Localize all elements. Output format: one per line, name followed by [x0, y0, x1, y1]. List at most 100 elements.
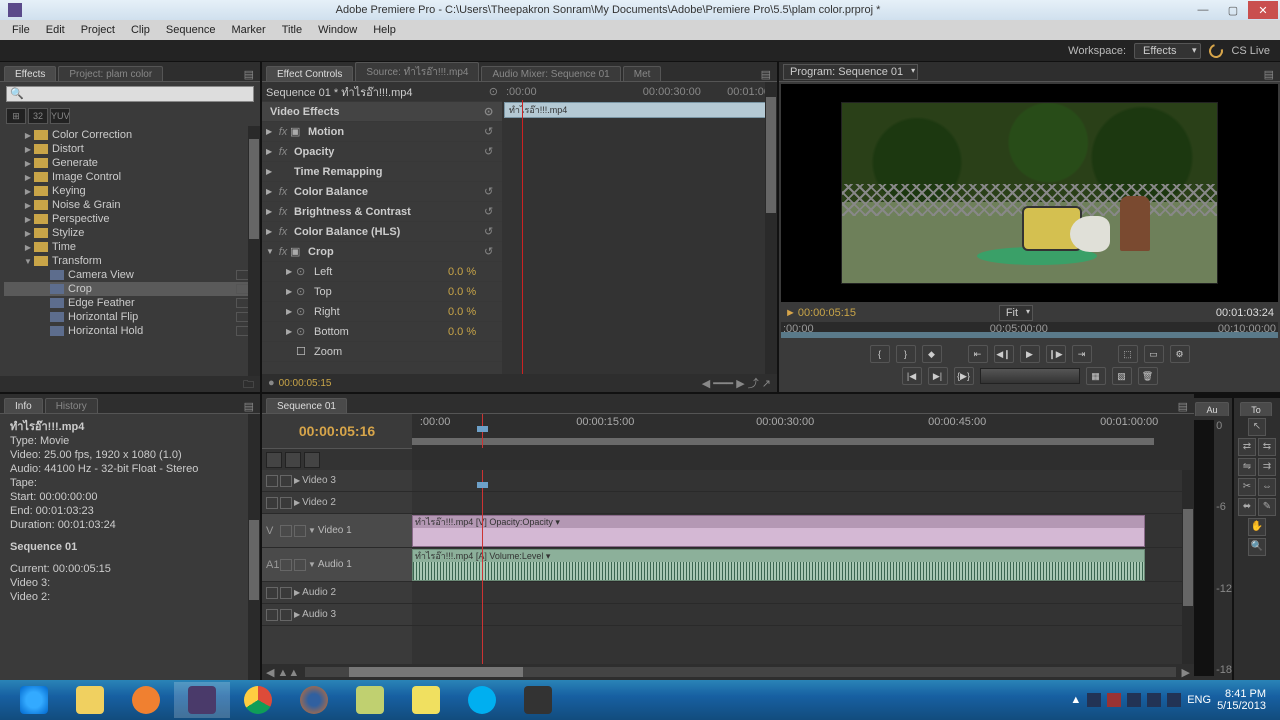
tab-effect-controls[interactable]: Effect Controls	[266, 66, 353, 81]
safe-margins-button[interactable]: ▦	[1086, 367, 1106, 385]
tray-up-icon[interactable]: ▲	[1070, 694, 1081, 706]
menu-sequence[interactable]: Sequence	[158, 24, 224, 36]
filter-yuv-icon[interactable]: YUV	[50, 108, 70, 124]
menu-title[interactable]: Title	[274, 24, 310, 36]
system-tray[interactable]: ▲ ENG 8:41 PM5/15/2013	[1070, 688, 1274, 712]
taskbar-premiere[interactable]	[174, 682, 230, 718]
tab-audio-meter[interactable]: Au	[1195, 402, 1228, 416]
lift-button[interactable]: ⬚	[1118, 345, 1138, 363]
tray-icon[interactable]	[1107, 693, 1121, 707]
tray-icon[interactable]	[1087, 693, 1101, 707]
step-fwd-button[interactable]: ❙▶	[1046, 345, 1066, 363]
ec-time-remapping[interactable]: ▶Time Remapping	[262, 162, 502, 182]
cs-live-icon[interactable]	[1207, 41, 1226, 60]
tab-audio-mixer[interactable]: Audio Mixer: Sequence 01	[481, 66, 620, 81]
workspace-select[interactable]: Effects	[1134, 43, 1201, 59]
folder-noise-grain[interactable]: ▶Noise & Grain	[4, 198, 256, 212]
timeline-ruler[interactable]: :00:00 00:00:15:00 00:00:30:00 00:00:45:…	[412, 414, 1194, 448]
track-audio2[interactable]: ▶Audio 2	[262, 582, 412, 604]
panel-menu-icon[interactable]: ▤	[244, 400, 260, 413]
ec-top[interactable]: ▶⊙Top0.0 %	[262, 282, 502, 302]
track-video3[interactable]: ▶Video 3	[262, 470, 412, 492]
scrollbar[interactable]	[1182, 470, 1194, 664]
track-video1[interactable]: V ▼Video 1	[262, 514, 412, 548]
hand-tool[interactable]: ✋	[1248, 518, 1266, 536]
tab-tools[interactable]: To	[1240, 402, 1272, 416]
ec-opacity[interactable]: ▶fxOpacity↺	[262, 142, 502, 162]
pin-icon[interactable]: ⊙	[489, 85, 498, 98]
folder-generate[interactable]: ▶Generate	[4, 156, 256, 170]
program-timecode[interactable]: 00:00:05:15	[798, 307, 856, 319]
menu-window[interactable]: Window	[310, 24, 365, 36]
folder-image-control[interactable]: ▶Image Control	[4, 170, 256, 184]
tab-info[interactable]: Info	[4, 398, 43, 413]
filter-accel-icon[interactable]: ⊞	[6, 108, 26, 124]
timeline-playhead[interactable]	[482, 414, 483, 448]
audio-clip[interactable]: ทำไรอ๊า!!!.mp4 [A] Volume:Level ▾	[412, 549, 1145, 581]
snap-button[interactable]	[266, 452, 282, 468]
menu-file[interactable]: File	[4, 24, 38, 36]
ec-playhead[interactable]	[522, 100, 523, 374]
timeline-zoom-bar[interactable]: ◀ ▲▲ ▶	[262, 664, 1194, 680]
effect-crop[interactable]: Crop	[4, 282, 256, 296]
tray-clock[interactable]: 8:41 PM5/15/2013	[1217, 688, 1274, 712]
goto-out-button[interactable]: ⇥	[1072, 345, 1092, 363]
effect-edge-feather[interactable]: Edge Feather	[4, 296, 256, 310]
taskbar-skype[interactable]	[454, 682, 510, 718]
taskbar-explorer[interactable]	[62, 682, 118, 718]
folder-color-correction[interactable]: ▶Color Correction	[4, 128, 256, 142]
track-select-tool[interactable]: ⇄	[1238, 438, 1256, 456]
work-area-bar[interactable]	[412, 438, 1154, 445]
taskbar-media[interactable]	[118, 682, 174, 718]
ec-bottom[interactable]: ▶⊙Bottom0.0 %	[262, 322, 502, 342]
cs-live-label[interactable]: CS Live	[1231, 45, 1270, 57]
tray-network-icon[interactable]	[1147, 693, 1161, 707]
filter-32bit-icon[interactable]: 32	[28, 108, 48, 124]
step-back-button[interactable]: ◀❙	[994, 345, 1014, 363]
ec-timecode[interactable]: 00:00:05:15	[279, 378, 332, 389]
rolling-tool[interactable]: ⇋	[1238, 458, 1256, 476]
folder-time[interactable]: ▶Time	[4, 240, 256, 254]
ec-ruler[interactable]: :00:00 00:00:30:00 00:01:00:	[502, 82, 777, 102]
toggle-icon[interactable]: ⊙	[484, 105, 498, 118]
ec-motion[interactable]: ▶fx▣Motion↺	[262, 122, 502, 142]
zoom-controls[interactable]: ◀ ━━━ ▶ ⤴ ↗	[702, 375, 771, 391]
tray-volume-icon[interactable]	[1167, 693, 1181, 707]
effect-camera-view[interactable]: Camera View	[4, 268, 256, 282]
video-clip[interactable]: ทำไรอ๊า!!!.mp4 [V] Opacity:Opacity ▾	[412, 515, 1145, 547]
ec-right[interactable]: ▶⊙Right0.0 %	[262, 302, 502, 322]
goto-in-button[interactable]: ⇤	[968, 345, 988, 363]
taskbar-firefox[interactable]	[286, 682, 342, 718]
folder-distort[interactable]: ▶Distort	[4, 142, 256, 156]
ec-clip-chip[interactable]: ทำไรอ๊า!!!.mp4	[504, 102, 777, 118]
track-content[interactable]: ทำไรอ๊า!!!.mp4 [V] Opacity:Opacity ▾ ทำไ…	[412, 470, 1194, 664]
taskbar-chrome[interactable]	[230, 682, 286, 718]
minimize-button[interactable]: —	[1188, 1, 1218, 19]
zoom-tool[interactable]: 🔍	[1248, 538, 1266, 556]
tab-effects[interactable]: Effects	[4, 66, 56, 81]
ec-crop[interactable]: ▼fx▣Crop↺	[262, 242, 502, 262]
menu-marker[interactable]: Marker	[223, 24, 273, 36]
track-audio1[interactable]: A1 ▼Audio 1	[262, 548, 412, 582]
effect-horizontal-hold[interactable]: Horizontal Hold	[4, 324, 256, 338]
maximize-button[interactable]: ▢	[1218, 1, 1248, 19]
sync-lock-button[interactable]	[304, 452, 320, 468]
trash-button[interactable]: 🗑	[1138, 367, 1158, 385]
taskbar-notes[interactable]	[398, 682, 454, 718]
tab-sequence[interactable]: Sequence 01	[266, 398, 347, 413]
mark-in-button[interactable]: {	[870, 345, 890, 363]
panel-menu-icon[interactable]: ▤	[244, 68, 260, 81]
ec-color-balance-hls-[interactable]: ▶fxColor Balance (HLS)↺	[262, 222, 502, 242]
new-bin-icon[interactable]: 🗀	[0, 376, 260, 392]
taskbar-ie[interactable]	[6, 682, 62, 718]
panel-menu-icon[interactable]: ▤	[1264, 68, 1280, 81]
goto-next-button[interactable]: ▶|	[928, 367, 948, 385]
scrollbar[interactable]	[248, 414, 260, 680]
program-ruler[interactable]: ;00:00 00:05:00:00 00:10:00:00	[781, 322, 1278, 338]
panel-menu-icon[interactable]: ▤	[761, 68, 777, 81]
play-button[interactable]: ▶	[1020, 345, 1040, 363]
effect-horizontal-flip[interactable]: Horizontal Flip	[4, 310, 256, 324]
folder-stylize[interactable]: ▶Stylize	[4, 226, 256, 240]
tray-icon[interactable]	[1127, 693, 1141, 707]
menu-edit[interactable]: Edit	[38, 24, 73, 36]
